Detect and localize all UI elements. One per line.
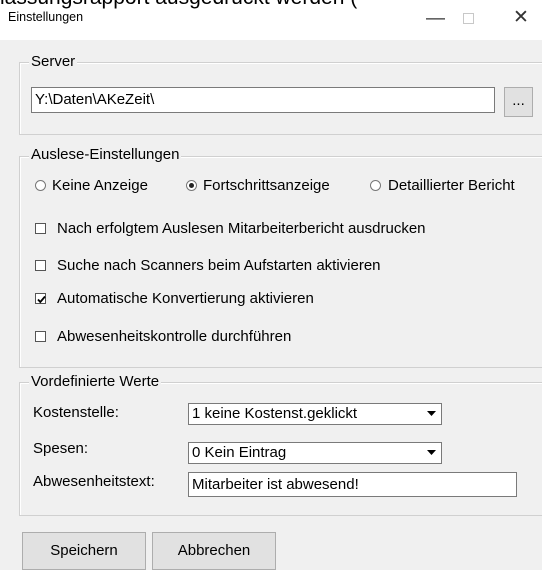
checkbox-scanner-suche[interactable] [35,260,46,271]
minimize-button[interactable]: — [426,9,445,28]
checkbox-scanner-suche-label[interactable]: Suche nach Scanners beim Aufstarten akti… [57,257,381,274]
kostenstelle-dropdown-arrow[interactable] [422,405,440,422]
abwesenheitstext-input[interactable]: Mitarbeiter ist abwesend! [188,472,517,497]
radio-fortschrittsanzeige-label[interactable]: Fortschrittsanzeige [203,177,330,194]
spesen-value: 0 Kein Eintrag [192,444,287,461]
cancel-button[interactable]: Abbrechen [152,532,276,570]
spesen-select[interactable]: 0 Kein Eintrag [188,442,442,464]
chevron-down-icon [427,411,436,416]
radio-detaillierter-bericht[interactable] [370,180,381,191]
checkbox-abwesenheitskontrolle-label[interactable]: Abwesenheitskontrolle durchführen [57,328,291,345]
save-button[interactable]: Speichern [22,532,146,570]
checkbox-mitarbeiterbericht[interactable] [35,223,46,234]
checkmark-icon [37,295,46,304]
kostenstelle-label: Kostenstelle: [33,404,119,421]
spesen-label: Spesen: [33,440,89,457]
auslese-legend: Auslese-Einstellungen [29,146,182,163]
kostenstelle-value: 1 keine Kostenst.geklickt [192,405,358,422]
chevron-down-icon [427,450,436,455]
checkbox-konvertierung[interactable] [35,293,46,304]
checkbox-konvertierung-label[interactable]: Automatische Konvertierung aktivieren [57,290,314,307]
server-legend: Server [29,53,78,70]
spesen-dropdown-arrow[interactable] [422,444,440,461]
browse-button[interactable]: ... [504,87,533,117]
radio-fortschrittsanzeige[interactable] [186,180,197,191]
vordefiniert-legend: Vordefinierte Werte [29,373,162,390]
checkbox-abwesenheitskontrolle[interactable] [35,331,46,342]
radio-detaillierter-bericht-label[interactable]: Detaillierter Bericht [388,177,515,194]
window-title: Einstellungen [8,10,84,24]
maximize-button[interactable] [463,13,474,24]
background-document-text: iassungsrapport ausgedruckt werden ( [0,0,542,9]
radio-keine-anzeige-label[interactable]: Keine Anzeige [52,177,148,194]
server-path-input[interactable]: Y:\Daten\AKeZeit\ [31,87,495,113]
close-button[interactable]: ✕ [513,8,529,27]
abwesenheitstext-label: Abwesenheitstext: [33,473,155,490]
kostenstelle-select[interactable]: 1 keine Kostenst.geklickt [188,403,442,425]
checkbox-mitarbeiterbericht-label[interactable]: Nach erfolgtem Auslesen Mitarbeiterberic… [57,220,426,237]
radio-keine-anzeige[interactable] [35,180,46,191]
